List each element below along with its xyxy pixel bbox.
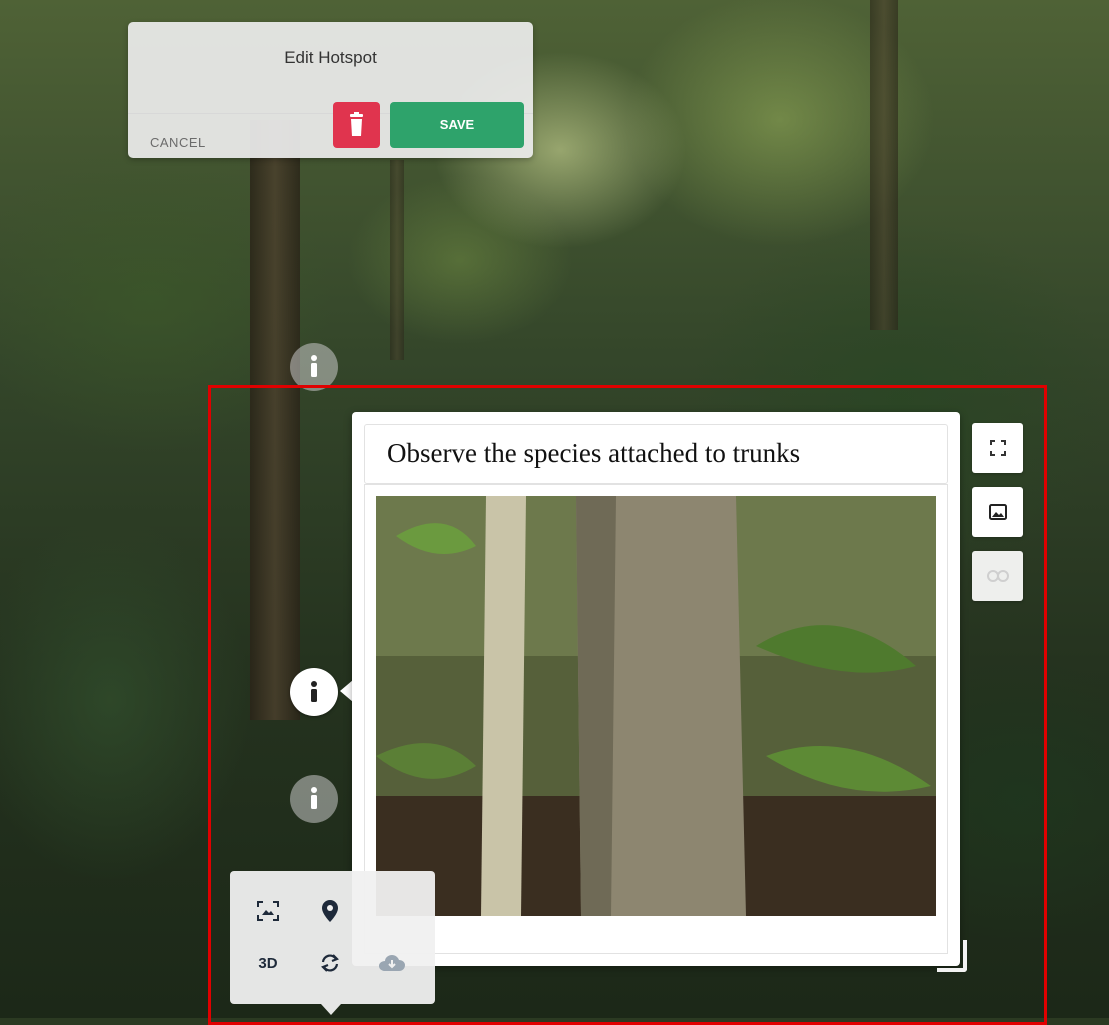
bottom-toolbar: 3D (230, 871, 435, 1004)
delete-button[interactable] (333, 102, 380, 148)
map-pin-button[interactable] (308, 889, 352, 933)
download-button[interactable] (370, 941, 414, 985)
map-pin-icon (322, 900, 338, 922)
info-hotspot-active[interactable] (290, 668, 338, 716)
link-icon (986, 570, 1009, 582)
rotate-button[interactable] (308, 941, 352, 985)
forest-trunk-photo (376, 496, 936, 916)
info-title-box[interactable]: Observe the species attached to trunks (364, 424, 948, 484)
download-icon (379, 955, 405, 971)
viewfinder-icon (257, 901, 279, 921)
info-icon (294, 672, 334, 712)
info-icon (311, 787, 317, 809)
info-hotspot[interactable] (290, 775, 338, 823)
toolbar-pointer (321, 1004, 341, 1015)
rotate-icon (321, 954, 339, 972)
image-button[interactable] (972, 487, 1023, 537)
save-button[interactable]: SAVE (390, 102, 524, 148)
cancel-button[interactable]: CANCEL (150, 135, 206, 150)
edit-hotspot-panel: Edit Hotspot CANCEL SAVE (128, 22, 533, 158)
edit-hotspot-title: Edit Hotspot (284, 48, 377, 67)
tree-trunk (250, 120, 300, 720)
link-button[interactable] (972, 551, 1023, 601)
resize-handle[interactable] (937, 940, 967, 972)
info-icon (311, 355, 317, 377)
photo-illustration (376, 496, 936, 916)
3d-toggle-button[interactable]: 3D (246, 941, 290, 985)
info-card: Observe the species attached to trunks (352, 412, 960, 966)
image-icon (988, 504, 1007, 520)
fullscreen-icon (989, 440, 1006, 456)
tree-trunk (870, 0, 898, 330)
fullscreen-button[interactable] (972, 423, 1023, 473)
viewfinder-button[interactable] (246, 889, 290, 933)
trash-icon (350, 112, 363, 136)
info-card-title[interactable]: Observe the species attached to trunks (387, 438, 800, 469)
tree-trunk (390, 160, 404, 360)
info-hotspot[interactable] (290, 343, 338, 391)
